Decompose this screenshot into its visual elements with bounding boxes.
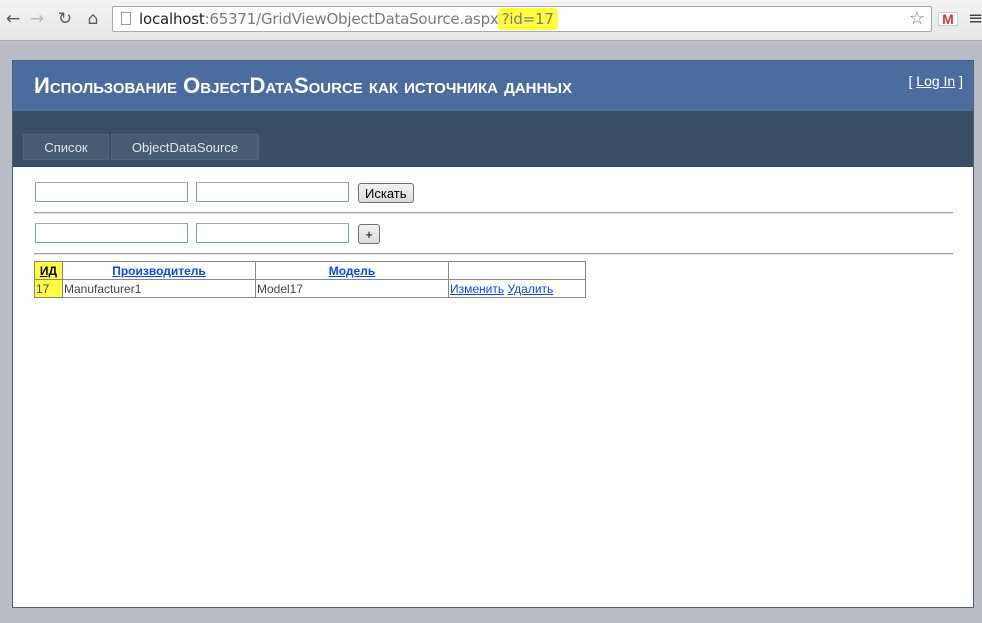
url-text: localhost:65371/GridViewObjectDataSource…: [139, 8, 558, 30]
login-display: [ Log In ]: [908, 73, 964, 89]
search-button[interactable]: Искать: [358, 183, 414, 203]
back-icon[interactable]: ←: [2, 8, 24, 30]
divider: [34, 212, 953, 214]
site-page: Использование ObjectDataSource как источ…: [12, 60, 974, 608]
column-header-manufacturer[interactable]: Производитель: [62, 261, 256, 280]
nav-menu: Список ObjectDataSource: [13, 111, 973, 167]
star-icon[interactable]: ☆: [909, 8, 925, 29]
reload-icon[interactable]: ↻: [54, 8, 76, 30]
address-bar[interactable]: localhost:65371/GridViewObjectDataSource…: [112, 6, 932, 32]
login-link[interactable]: Log In: [916, 73, 955, 89]
forward-icon[interactable]: →: [26, 8, 48, 30]
cell-actions: Изменить Удалить: [448, 279, 586, 298]
sort-link-model[interactable]: Модель: [329, 264, 375, 278]
search-field-2[interactable]: [196, 182, 349, 202]
edit-link[interactable]: Изменить: [450, 282, 504, 296]
add-field-2[interactable]: [196, 223, 349, 243]
search-field-1[interactable]: [35, 182, 188, 202]
home-icon[interactable]: ⌂: [82, 8, 104, 30]
add-button[interactable]: +: [358, 224, 380, 244]
sort-link-id[interactable]: ИД: [40, 264, 57, 278]
delete-link[interactable]: Удалить: [507, 282, 553, 296]
page-icon: [121, 12, 131, 25]
divider: [34, 253, 953, 255]
browser-toolbar: ← → ↻ ⌂ localhost:65371/GridViewObjectDa…: [0, 0, 982, 41]
page-title: Использование ObjectDataSource как источ…: [34, 73, 572, 98]
nav-item-list[interactable]: Список: [23, 134, 109, 160]
column-header-id[interactable]: ИД: [34, 261, 63, 280]
data-grid: ИД Производитель Модель 17 Manufacturer1…: [34, 261, 586, 298]
table-header-row: ИД Производитель Модель: [34, 261, 586, 280]
cell-manufacturer: Manufacturer1: [62, 279, 256, 298]
url-query-highlight: ?id=17: [497, 8, 558, 30]
column-header-actions: [448, 261, 586, 280]
nav-item-objectdatasource[interactable]: ObjectDataSource: [111, 134, 259, 160]
add-field-1[interactable]: [35, 223, 188, 243]
table-row: 17 Manufacturer1 Model17 Изменить Удалит…: [34, 279, 586, 298]
cell-model: Model17: [255, 279, 449, 298]
cell-id: 17: [34, 279, 63, 298]
menu-icon[interactable]: ≡: [968, 8, 982, 29]
site-header: Использование ObjectDataSource как источ…: [13, 61, 973, 111]
gmail-icon[interactable]: M: [938, 12, 958, 26]
sort-link-manufacturer[interactable]: Производитель: [112, 264, 206, 278]
column-header-model[interactable]: Модель: [255, 261, 449, 280]
